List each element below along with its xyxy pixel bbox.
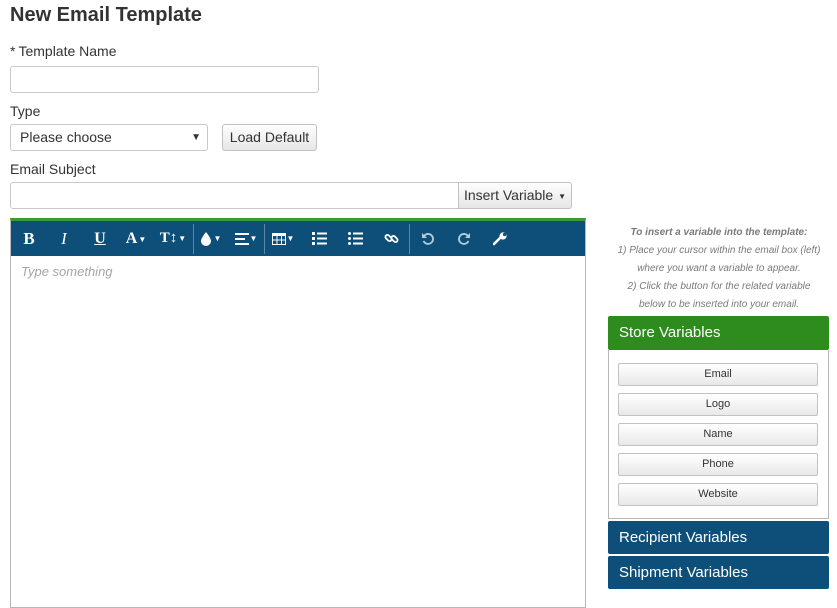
editor-content[interactable]: Type something [11, 256, 585, 287]
template-name-label: * Template Name [10, 43, 117, 59]
instructions-line: where you want a variable to appear. [637, 263, 801, 274]
caret-down-icon: ▼ [558, 191, 567, 201]
email-subject-label: Email Subject [10, 161, 96, 177]
select-arrow-icon: ▼ [191, 132, 201, 143]
toolbar-divider [193, 224, 194, 254]
type-select-value: Please choose [20, 129, 112, 145]
variable-button-email[interactable]: Email [618, 363, 818, 386]
link-icon[interactable] [376, 221, 406, 256]
table-icon[interactable]: ▼ [267, 221, 299, 256]
page-title: New Email Template [10, 4, 202, 26]
editor-placeholder: Type something [21, 264, 113, 279]
insert-variable-button[interactable]: Insert Variable ▼ [458, 182, 572, 209]
bold-icon[interactable]: B [14, 221, 44, 256]
variable-button-logo[interactable]: Logo [618, 393, 818, 416]
template-name-label-text: Template Name [18, 43, 117, 59]
email-subject-input[interactable] [10, 182, 460, 209]
redo-icon[interactable] [449, 221, 479, 256]
store-variables-header[interactable]: Store Variables [608, 316, 829, 350]
load-default-button[interactable]: Load Default [222, 124, 317, 151]
editor-toolbar: B I U A▼ T↕▼ ▼ ▼ ▼ [11, 221, 585, 256]
template-name-input[interactable] [10, 66, 319, 93]
instructions-heading: To insert a variable into the template: [630, 227, 808, 238]
wrench-icon[interactable] [485, 221, 515, 256]
underline-icon[interactable]: U [85, 221, 115, 256]
type-select[interactable]: Please choose ▼ [10, 124, 208, 151]
instructions-line: 2) Click the button for the related vari… [627, 281, 811, 292]
toolbar-divider [409, 224, 410, 254]
font-size-icon[interactable]: T↕▼ [156, 221, 190, 256]
ordered-list-icon[interactable] [304, 221, 334, 256]
variable-button-website[interactable]: Website [618, 483, 818, 506]
email-editor[interactable]: B I U A▼ T↕▼ ▼ ▼ ▼ Type something [10, 218, 586, 608]
instructions-line: 1) Place your cursor within the email bo… [617, 245, 821, 256]
undo-icon[interactable] [413, 221, 443, 256]
variable-button-name[interactable]: Name [618, 423, 818, 446]
recipient-variables-header[interactable]: Recipient Variables [608, 521, 829, 554]
variable-instructions: To insert a variable into the template: … [606, 224, 832, 314]
italic-icon[interactable]: I [49, 221, 79, 256]
toolbar-divider [264, 224, 265, 254]
unordered-list-icon[interactable] [340, 221, 370, 256]
required-mark: * [10, 43, 16, 59]
font-family-icon[interactable]: A▼ [119, 221, 153, 256]
align-icon[interactable]: ▼ [230, 221, 262, 256]
type-label: Type [10, 103, 41, 119]
variable-button-phone[interactable]: Phone [618, 453, 818, 476]
color-icon[interactable]: ▼ [195, 221, 225, 256]
shipment-variables-header[interactable]: Shipment Variables [608, 556, 829, 589]
insert-variable-label: Insert Variable [463, 187, 554, 203]
instructions-line: below to be inserted into your email. [638, 299, 800, 310]
store-variables-panel: Email Logo Name Phone Website [608, 350, 829, 519]
